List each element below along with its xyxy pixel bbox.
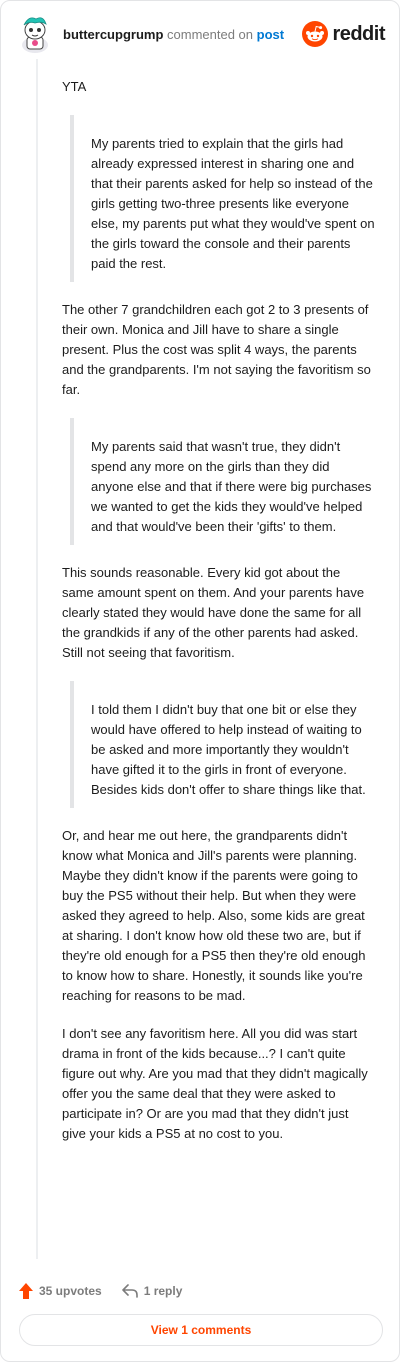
quote-text: I told them I didn't buy that one bit or… bbox=[91, 702, 366, 797]
upvote-button[interactable]: 35 upvotes bbox=[19, 1283, 102, 1299]
avatar[interactable] bbox=[19, 15, 51, 53]
comment-header: buttercupgrump commented on post reddit bbox=[19, 15, 385, 55]
comment-paragraph: Or, and hear me out here, the grandparen… bbox=[62, 828, 366, 1003]
blockquote: My parents tried to explain that the gir… bbox=[70, 115, 375, 282]
comment-attribution: buttercupgrump commented on post bbox=[63, 27, 284, 43]
upvote-count: 35 upvotes bbox=[39, 1284, 102, 1298]
reddit-logo-icon bbox=[302, 21, 329, 47]
commented-on-text: commented on bbox=[167, 27, 254, 42]
comment-paragraph: The other 7 grandchildren each got 2 to … bbox=[62, 302, 371, 397]
blockquote: My parents said that wasn't true, they d… bbox=[70, 418, 375, 545]
comment-card: buttercupgrump commented on post reddit … bbox=[0, 0, 400, 1362]
quote-text: My parents said that wasn't true, they d… bbox=[91, 439, 372, 534]
comment-paragraph: I don't see any favoritism here. All you… bbox=[62, 1026, 368, 1141]
comment-paragraph: YTA bbox=[62, 79, 87, 94]
username-link[interactable]: buttercupgrump bbox=[63, 27, 163, 42]
blockquote: I told them I didn't buy that one bit or… bbox=[70, 681, 375, 808]
reddit-wordmark: reddit bbox=[332, 23, 385, 45]
comment-body: YTA My parents tried to explain that the… bbox=[62, 77, 375, 1144]
quote-text: My parents tried to explain that the gir… bbox=[91, 136, 375, 271]
comment-paragraph: This sounds reasonable. Every kid got ab… bbox=[62, 565, 365, 660]
view-comments-button[interactable]: View 1 comments bbox=[19, 1314, 383, 1346]
reply-button[interactable]: 1 reply bbox=[121, 1284, 183, 1298]
post-link[interactable]: post bbox=[257, 27, 284, 42]
reply-icon bbox=[121, 1284, 138, 1298]
comment-actions: 35 upvotes 1 reply bbox=[19, 1281, 202, 1301]
reply-count: 1 reply bbox=[143, 1284, 183, 1298]
thread-line[interactable] bbox=[36, 59, 38, 1259]
upvote-arrow-icon bbox=[19, 1283, 33, 1299]
reddit-brand[interactable]: reddit bbox=[302, 21, 385, 47]
